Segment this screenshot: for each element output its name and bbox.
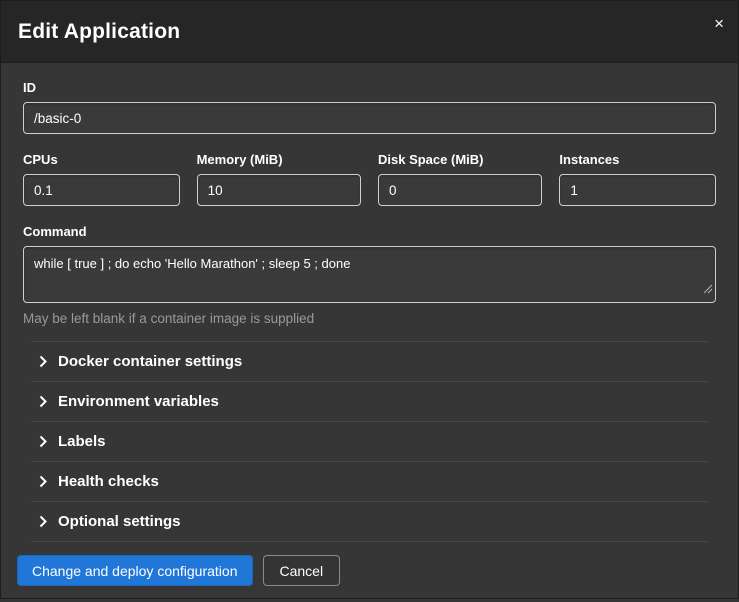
disk-field-group: Disk Space (MiB): [378, 152, 542, 206]
chevron-right-icon: [39, 475, 47, 488]
cancel-button[interactable]: Cancel: [263, 555, 341, 586]
modal-footer: Change and deploy configuration Cancel: [1, 542, 738, 602]
section-environment-variables[interactable]: Environment variables: [31, 381, 708, 421]
id-input[interactable]: [23, 102, 716, 134]
section-labels[interactable]: Labels: [31, 421, 708, 461]
collapsible-sections: Docker container settings Environment va…: [31, 341, 708, 542]
modal-header: Edit Application ×: [1, 1, 738, 63]
command-textarea-wrap: while [ true ] ; do echo 'Hello Marathon…: [23, 246, 716, 303]
section-label: Health checks: [58, 473, 159, 490]
change-and-deploy-button[interactable]: Change and deploy configuration: [17, 555, 253, 586]
cpus-input[interactable]: [23, 174, 180, 206]
chevron-right-icon: [39, 435, 47, 448]
cpus-field-group: CPUs: [23, 152, 180, 206]
section-optional-settings[interactable]: Optional settings: [31, 501, 708, 542]
disk-input[interactable]: [378, 174, 542, 206]
chevron-right-icon: [39, 515, 47, 528]
instances-label: Instances: [559, 152, 716, 167]
section-label: Environment variables: [58, 393, 219, 410]
command-field-group: Command while [ true ] ; do echo 'Hello …: [23, 224, 716, 326]
memory-field-group: Memory (MiB): [197, 152, 361, 206]
section-health-checks[interactable]: Health checks: [31, 461, 708, 501]
command-input[interactable]: while [ true ] ; do echo 'Hello Marathon…: [23, 246, 716, 303]
modal-body: ID CPUs Memory (MiB) Disk Space (MiB) In…: [1, 63, 738, 542]
memory-label: Memory (MiB): [197, 152, 361, 167]
disk-label: Disk Space (MiB): [378, 152, 542, 167]
section-docker-container-settings[interactable]: Docker container settings: [31, 341, 708, 381]
cpus-label: CPUs: [23, 152, 180, 167]
id-label: ID: [23, 80, 716, 95]
chevron-right-icon: [39, 395, 47, 408]
modal-title: Edit Application: [18, 20, 180, 44]
id-field-group: ID: [23, 80, 716, 134]
instances-field-group: Instances: [559, 152, 716, 206]
instances-input[interactable]: [559, 174, 716, 206]
command-label: Command: [23, 224, 716, 239]
resize-handle-icon[interactable]: [703, 281, 713, 299]
chevron-right-icon: [39, 355, 47, 368]
close-icon[interactable]: ×: [714, 15, 724, 32]
section-label: Docker container settings: [58, 353, 242, 370]
command-help-text: May be left blank if a container image i…: [23, 311, 716, 326]
section-label: Labels: [58, 433, 106, 450]
resource-fields-row: CPUs Memory (MiB) Disk Space (MiB) Insta…: [23, 152, 716, 206]
section-label: Optional settings: [58, 513, 181, 530]
edit-application-modal: Edit Application × ID CPUs Memory (MiB) …: [0, 0, 739, 599]
memory-input[interactable]: [197, 174, 361, 206]
